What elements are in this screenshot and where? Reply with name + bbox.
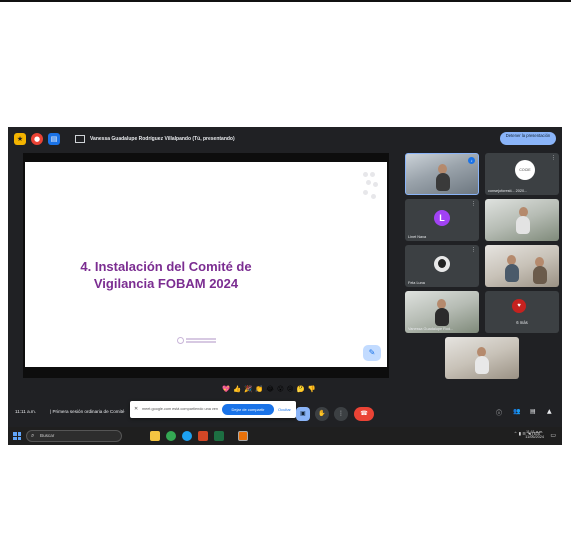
slide-title-line-1: 4. Instalación del Comité de	[80, 259, 252, 274]
taskbar-time: 11:11 a.m.	[525, 430, 544, 434]
presenter-title: Vanessa Guadalupe Rodríguez Villalpando …	[90, 136, 235, 142]
raise-hand-icon[interactable]: ✋	[315, 407, 329, 421]
participant-tile-3[interactable]: L ⋮ Linet Nava	[405, 199, 479, 241]
search-icon: ⌕	[31, 432, 35, 439]
participant-logo: COCIE	[515, 160, 535, 180]
slide-title-line-2: Vigilancia FOBAM 2024	[93, 276, 239, 291]
participant-name: Linet Nava	[408, 235, 427, 239]
annotate-pen-icon[interactable]: ✎	[363, 345, 381, 361]
slide-title: 4. Instalación del Comité de Vigilancia …	[25, 258, 307, 292]
taskbar-search[interactable]: ⌕ Buscar	[26, 430, 122, 442]
record-icon[interactable]: ●	[31, 133, 43, 145]
stop-sharing-button[interactable]: Dejar de compartir	[222, 404, 274, 415]
app-icon-yellow[interactable]: ★	[14, 133, 26, 145]
sharing-toast: ✕ meet.google.com está compartiendo una …	[130, 401, 296, 418]
reaction-emoji[interactable]: 👍	[233, 385, 241, 395]
end-call-icon[interactable]: ☎	[354, 407, 374, 421]
people-icon[interactable]: 👥	[513, 408, 520, 415]
hide-toast-button[interactable]: Ocultar	[278, 407, 291, 412]
slide: 4. Instalación del Comité de Vigilancia …	[25, 162, 387, 367]
presentation-icon	[75, 135, 85, 143]
search-placeholder: Buscar	[40, 433, 55, 438]
taskbar-date: 11/06/2024	[525, 435, 544, 439]
present-screen-icon[interactable]: ▣	[296, 407, 310, 421]
taskbar-app-edge-icon[interactable]	[182, 431, 192, 441]
participant-tile-1[interactable]: ♪	[405, 153, 479, 195]
meeting-title: | Primera sesión ordinaria de Comité	[50, 409, 140, 414]
more-participants-label: 6 más	[516, 320, 528, 325]
meet-bottom-bar: 11:11 a.m. | Primera sesión ordinaria de…	[8, 397, 562, 427]
windows-taskbar: ⌕ Buscar ⌃ ▮ ≋ ◄) ES 11:11 a.m. 11/06/20…	[8, 427, 562, 445]
meeting-clock: 11:11 a.m.	[15, 409, 37, 414]
participant-avatar: L	[434, 210, 450, 226]
taskbar-app-powerpoint-icon[interactable]	[198, 431, 208, 441]
mic-off-icon: ⋮	[471, 247, 476, 253]
meeting-title-text: Primera sesión ordinaria de Comité	[52, 409, 125, 414]
participant-tile-self[interactable]	[445, 337, 519, 379]
reaction-emoji[interactable]: 😂	[266, 385, 274, 395]
activities-icon[interactable]: ▲	[547, 408, 552, 415]
slide-decoration	[363, 168, 379, 208]
toast-message: meet.google.com está compartiendo una ve…	[142, 407, 218, 411]
page-top-rule	[0, 0, 571, 2]
reactions-bar: 💖 👍 🎉 👏 😂 😮 😢 🤔 👎	[222, 385, 316, 395]
taskbar-clock[interactable]: 11:11 a.m. 11/06/2024	[525, 430, 544, 440]
more-options-icon[interactable]: ⋮	[334, 407, 348, 421]
more-participants-tile[interactable]: ♥ 6 más	[485, 291, 559, 333]
reaction-emoji[interactable]: 😢	[287, 385, 294, 395]
speaking-icon: ♪	[468, 157, 475, 164]
app-icon-blue[interactable]: ▤	[48, 133, 60, 145]
toast-close-icon[interactable]: ✕	[134, 406, 138, 412]
screenshot-frame: ★ ● ▤ Vanessa Guadalupe Rodríguez Villal…	[8, 127, 562, 445]
reaction-emoji[interactable]: 😮	[277, 385, 284, 395]
taskbar-app-chrome-icon[interactable]	[166, 431, 176, 441]
participant-name: consejoforesti... 2020...	[488, 189, 528, 193]
participant-tile-7[interactable]: Vanessa Guadalupe Rod...	[405, 291, 479, 333]
notifications-icon[interactable]: ▭	[550, 432, 556, 439]
mic-off-icon: ⋮	[551, 155, 556, 161]
participant-tile-5[interactable]: ⋮ Fela Luna	[405, 245, 479, 287]
participant-name: Fela Luna	[408, 281, 425, 285]
participant-tile-4[interactable]	[485, 199, 559, 241]
more-participants-avatar: ♥	[512, 299, 526, 313]
taskbar-app-excel-icon[interactable]	[214, 431, 224, 441]
chat-icon[interactable]: ▤	[530, 408, 536, 415]
taskbar-app-active-icon[interactable]	[238, 431, 248, 441]
info-icon[interactable]: ⓘ	[496, 408, 502, 417]
slide-logo	[177, 336, 217, 346]
shared-screen: 4. Instalación del Comité de Vigilancia …	[23, 153, 389, 378]
participant-tile-6[interactable]	[485, 245, 559, 287]
reaction-emoji[interactable]: 🤔	[297, 385, 305, 395]
taskbar-app-explorer-icon[interactable]	[150, 431, 160, 441]
stop-presenting-button[interactable]: Detener la presentación	[500, 132, 556, 145]
windows-start-icon[interactable]	[13, 432, 21, 440]
reaction-emoji[interactable]: 👎	[308, 385, 316, 395]
reaction-emoji[interactable]: 👏	[255, 385, 263, 395]
mic-off-icon: ⋮	[471, 201, 476, 207]
reaction-emoji[interactable]: 💖	[222, 385, 230, 395]
participant-tile-2[interactable]: COCIE ⋮ consejoforesti... 2020...	[485, 153, 559, 195]
meet-top-bar: ★ ● ▤ Vanessa Guadalupe Rodríguez Villal…	[8, 127, 562, 151]
participant-name: Vanessa Guadalupe Rod...	[408, 327, 454, 331]
reaction-emoji[interactable]: 🎉	[244, 385, 252, 395]
